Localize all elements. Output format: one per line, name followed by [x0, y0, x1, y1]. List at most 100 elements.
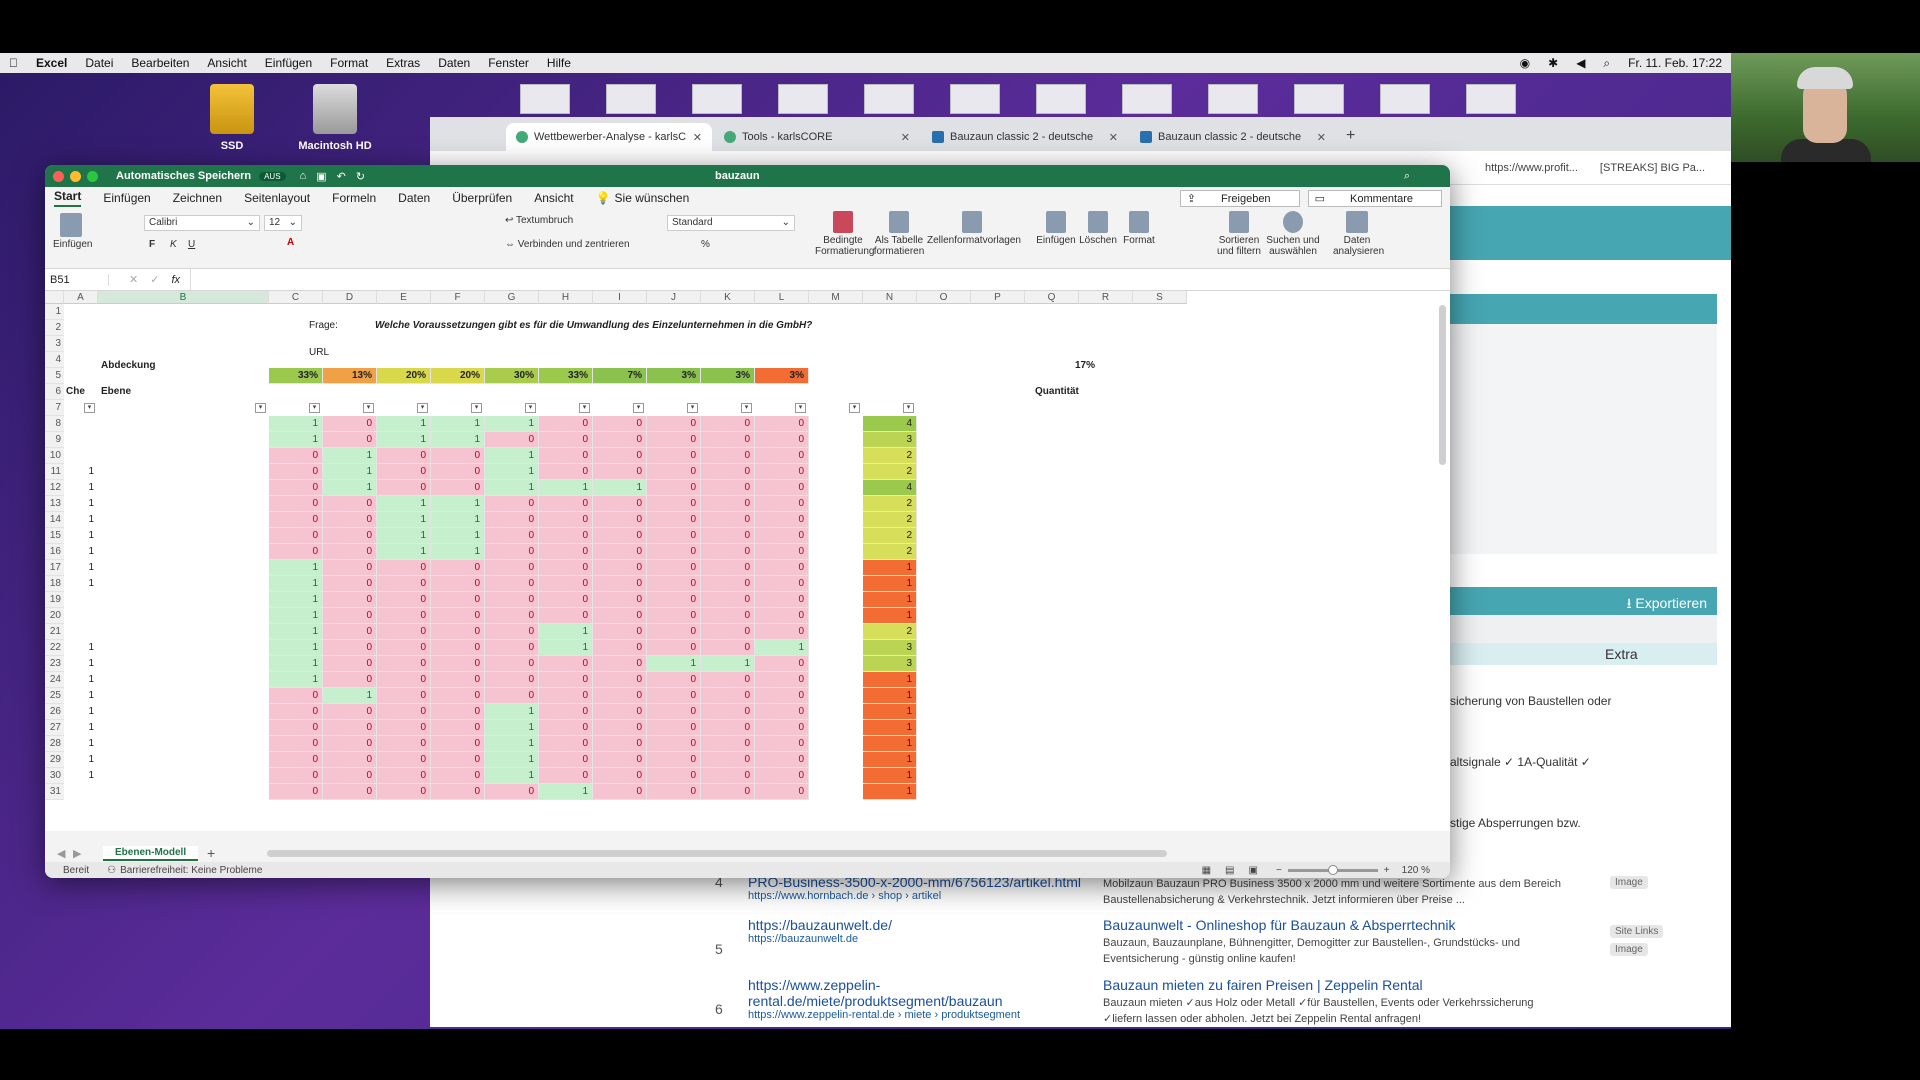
zoom-level[interactable]: 120 % — [1402, 865, 1430, 876]
row-header[interactable]: 21 — [45, 624, 64, 640]
data-cell[interactable]: 0 — [701, 608, 755, 624]
data-cell[interactable]: 0 — [431, 448, 485, 464]
delete-cells-button[interactable]: Löschen — [1077, 211, 1119, 246]
data-cell[interactable]: 0 — [377, 448, 431, 464]
data-cell[interactable]: 0 — [701, 496, 755, 512]
desktop-file-icon[interactable] — [950, 84, 1000, 114]
data-cell[interactable]: 0 — [323, 656, 377, 672]
filter-dropdown-icon[interactable]: ▾ — [84, 403, 95, 413]
new-tab-icon[interactable]: + — [1346, 127, 1355, 145]
data-cell[interactable]: 0 — [755, 560, 809, 576]
data-cell[interactable]: 1 — [485, 704, 539, 720]
data-cell[interactable]: 0 — [647, 464, 701, 480]
result-link-text[interactable]: https://bauzaunwelt.de/ — [748, 917, 892, 933]
data-cell[interactable]: 0 — [701, 736, 755, 752]
data-cell[interactable]: 1 — [485, 736, 539, 752]
data-cell[interactable]: 0 — [701, 640, 755, 656]
data-cell[interactable]: 1 — [539, 640, 593, 656]
data-cell[interactable]: 0 — [377, 592, 431, 608]
column-header-n[interactable]: N — [863, 291, 917, 304]
row-header[interactable]: 4 — [45, 352, 64, 368]
data-cell[interactable]: 0 — [701, 576, 755, 592]
data-cell[interactable]: 0 — [323, 704, 377, 720]
row-header[interactable]: 26 — [45, 704, 64, 720]
menu-fenster[interactable]: Fenster — [488, 56, 529, 70]
data-cell[interactable]: 0 — [485, 432, 539, 448]
data-cell[interactable]: 1 — [377, 512, 431, 528]
name-box[interactable]: B51 — [45, 273, 109, 286]
abdeckung-cell[interactable]: 13% — [323, 368, 377, 384]
desktop-file-icon[interactable] — [778, 84, 828, 114]
data-cell[interactable]: 0 — [377, 704, 431, 720]
row-header[interactable]: 25 — [45, 688, 64, 704]
wrap-text-button[interactable]: ↩ Textumbruch — [505, 215, 573, 226]
data-cell[interactable]: 0 — [485, 624, 539, 640]
data-cell[interactable]: 0 — [593, 736, 647, 752]
data-cell[interactable]: 0 — [485, 528, 539, 544]
vertical-scrollbar[interactable] — [1439, 305, 1446, 465]
data-cell[interactable]: 0 — [647, 720, 701, 736]
data-cell[interactable]: 1 — [377, 528, 431, 544]
data-cell[interactable]: 0 — [647, 544, 701, 560]
data-cell[interactable]: 0 — [323, 528, 377, 544]
data-cell[interactable]: 0 — [755, 480, 809, 496]
filter-dropdown-icon[interactable]: ▾ — [687, 403, 698, 413]
conditional-format-button[interactable]: Bedingte Formatierung — [815, 211, 874, 257]
filter-dropdown-icon[interactable]: ▾ — [579, 403, 590, 413]
data-cell[interactable]: 1 — [269, 432, 323, 448]
data-cell[interactable]: 0 — [593, 768, 647, 784]
result-link[interactable]: PRO-Business-3500-x-2000-mm/6756123/arti… — [748, 874, 1088, 902]
cell-che[interactable]: 1 — [64, 688, 98, 704]
data-cell[interactable]: 0 — [269, 784, 323, 800]
quantitaet-cell[interactable]: 3 — [863, 656, 917, 672]
column-header-a[interactable]: A — [64, 291, 98, 304]
close-window-icon[interactable] — [53, 170, 64, 182]
data-cell[interactable]: 0 — [755, 432, 809, 448]
column-header-m[interactable]: M — [809, 291, 863, 304]
data-cell[interactable]: 0 — [755, 720, 809, 736]
data-cell[interactable]: 1 — [431, 432, 485, 448]
abdeckung-cell[interactable]: 3% — [647, 368, 701, 384]
data-cell[interactable]: 1 — [485, 416, 539, 432]
quantitaet-cell[interactable]: 3 — [863, 432, 917, 448]
data-cell[interactable]: 0 — [755, 624, 809, 640]
data-cell[interactable]: 0 — [647, 480, 701, 496]
data-cell[interactable]: 0 — [755, 416, 809, 432]
data-cell[interactable]: 0 — [647, 704, 701, 720]
data-cell[interactable]: 0 — [377, 688, 431, 704]
menu-hilfe[interactable]: Hilfe — [547, 56, 571, 70]
data-cell[interactable]: 0 — [323, 592, 377, 608]
data-cell[interactable]: 0 — [485, 576, 539, 592]
data-cell[interactable]: 0 — [701, 672, 755, 688]
data-cell[interactable]: 0 — [431, 624, 485, 640]
data-cell[interactable]: 0 — [701, 432, 755, 448]
quantitaet-cell[interactable]: 1 — [863, 672, 917, 688]
data-cell[interactable]: 0 — [593, 624, 647, 640]
data-cell[interactable]: 0 — [269, 544, 323, 560]
confirm-icon[interactable]: ✓ — [150, 273, 159, 286]
analyze-data-button[interactable]: Daten analysieren — [1333, 211, 1384, 257]
filter-dropdown-icon[interactable]: ▾ — [795, 403, 806, 413]
row-header[interactable]: 29 — [45, 752, 64, 768]
data-cell[interactable]: 0 — [701, 416, 755, 432]
home-icon[interactable]: ⌂ — [300, 170, 307, 182]
browser-tab[interactable]: Tools - karlsCORE ✕ — [714, 123, 920, 151]
data-cell[interactable]: 0 — [701, 784, 755, 800]
data-cell[interactable]: 0 — [539, 432, 593, 448]
data-cell[interactable]: 0 — [593, 784, 647, 800]
quantitaet-cell[interactable]: 3 — [863, 640, 917, 656]
desktop-file-icon[interactable] — [864, 84, 914, 114]
data-cell[interactable]: 0 — [647, 496, 701, 512]
quantitaet-cell[interactable]: 2 — [863, 528, 917, 544]
data-cell[interactable]: 0 — [323, 560, 377, 576]
save-icon[interactable]: ▣ — [316, 170, 326, 183]
result-title-block[interactable]: Bauzaunwelt - Onlineshop für Bauzaun & A… — [1103, 917, 1573, 967]
column-header-r[interactable]: R — [1079, 291, 1133, 304]
data-cell[interactable]: 0 — [269, 736, 323, 752]
data-cell[interactable]: 0 — [323, 672, 377, 688]
data-cell[interactable]: 0 — [647, 592, 701, 608]
search-icon[interactable]: ⌕ — [1404, 170, 1410, 183]
data-cell[interactable]: 0 — [593, 672, 647, 688]
menu-ansicht[interactable]: Ansicht — [207, 56, 246, 70]
close-icon[interactable]: ✕ — [693, 131, 702, 144]
